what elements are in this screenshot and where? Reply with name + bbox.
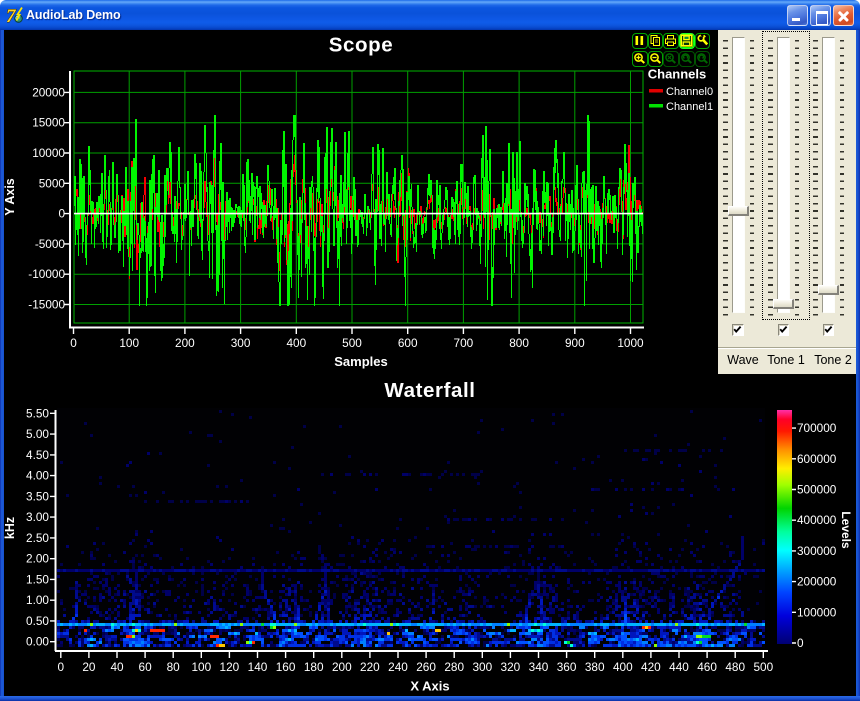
svg-text:400: 400 bbox=[613, 660, 633, 674]
svg-text:0.50: 0.50 bbox=[26, 614, 49, 628]
svg-text:400: 400 bbox=[286, 336, 306, 350]
svg-text:4.00: 4.00 bbox=[26, 469, 49, 483]
svg-text:Channel1: Channel1 bbox=[666, 101, 713, 113]
svg-text:600: 600 bbox=[398, 336, 418, 350]
svg-text:500: 500 bbox=[342, 336, 362, 350]
svg-text:5000: 5000 bbox=[39, 176, 66, 190]
svg-text:440: 440 bbox=[669, 660, 689, 674]
svg-text:500: 500 bbox=[753, 660, 773, 674]
svg-text:900: 900 bbox=[565, 336, 585, 350]
svg-text:320: 320 bbox=[501, 660, 521, 674]
svg-text:Channels: Channels bbox=[648, 67, 707, 82]
svg-text:-15000: -15000 bbox=[28, 298, 65, 312]
svg-text:0: 0 bbox=[70, 336, 77, 350]
svg-text:1.50: 1.50 bbox=[26, 572, 49, 586]
svg-text:300: 300 bbox=[231, 336, 251, 350]
svg-text:80: 80 bbox=[167, 660, 181, 674]
svg-text:400000: 400000 bbox=[797, 513, 837, 527]
svg-text:20: 20 bbox=[82, 660, 96, 674]
svg-text:0: 0 bbox=[797, 636, 804, 650]
svg-text:700000: 700000 bbox=[797, 421, 837, 435]
svg-text:280: 280 bbox=[444, 660, 464, 674]
svg-text:5.00: 5.00 bbox=[26, 427, 49, 441]
svg-text:800: 800 bbox=[509, 336, 529, 350]
svg-text:260: 260 bbox=[416, 660, 436, 674]
svg-text:40: 40 bbox=[110, 660, 124, 674]
svg-text:420: 420 bbox=[641, 660, 661, 674]
svg-text:Y Axis: Y Axis bbox=[3, 178, 17, 216]
svg-text:200: 200 bbox=[332, 660, 352, 674]
svg-text:340: 340 bbox=[529, 660, 549, 674]
svg-text:-10000: -10000 bbox=[28, 267, 65, 281]
svg-text:10000: 10000 bbox=[32, 146, 65, 160]
svg-text:300000: 300000 bbox=[797, 544, 837, 558]
svg-text:2.50: 2.50 bbox=[26, 531, 49, 545]
svg-text:Levels: Levels bbox=[839, 511, 853, 549]
svg-text:60: 60 bbox=[139, 660, 153, 674]
svg-text:100000: 100000 bbox=[797, 605, 837, 619]
svg-text:0: 0 bbox=[58, 660, 65, 674]
svg-text:Channel0: Channel0 bbox=[666, 86, 713, 98]
svg-text:0: 0 bbox=[58, 207, 65, 221]
svg-text:220: 220 bbox=[360, 660, 380, 674]
svg-text:380: 380 bbox=[585, 660, 605, 674]
svg-text:4.50: 4.50 bbox=[26, 448, 49, 462]
svg-text:500000: 500000 bbox=[797, 483, 837, 497]
svg-text:140: 140 bbox=[248, 660, 268, 674]
svg-text:5.50: 5.50 bbox=[26, 406, 49, 420]
svg-text:0.00: 0.00 bbox=[26, 635, 49, 649]
svg-text:20000: 20000 bbox=[32, 85, 65, 99]
svg-text:180: 180 bbox=[304, 660, 324, 674]
svg-text:Scope: Scope bbox=[329, 34, 394, 57]
svg-text:kHz: kHz bbox=[3, 517, 17, 539]
svg-text:100: 100 bbox=[119, 336, 139, 350]
svg-text:Waterfall: Waterfall bbox=[384, 379, 475, 402]
svg-text:460: 460 bbox=[697, 660, 717, 674]
svg-text:240: 240 bbox=[388, 660, 408, 674]
svg-text:15000: 15000 bbox=[32, 116, 65, 130]
svg-text:2.00: 2.00 bbox=[26, 552, 49, 566]
svg-text:480: 480 bbox=[725, 660, 745, 674]
svg-text:300: 300 bbox=[472, 660, 492, 674]
svg-text:1.00: 1.00 bbox=[26, 593, 49, 607]
svg-text:X Axis: X Axis bbox=[410, 679, 449, 694]
svg-text:200000: 200000 bbox=[797, 575, 837, 589]
svg-text:1000: 1000 bbox=[617, 336, 644, 350]
svg-text:-5000: -5000 bbox=[35, 237, 66, 251]
svg-text:120: 120 bbox=[220, 660, 240, 674]
svg-text:Samples: Samples bbox=[334, 354, 387, 369]
svg-text:160: 160 bbox=[276, 660, 296, 674]
svg-text:3.50: 3.50 bbox=[26, 489, 49, 503]
svg-text:360: 360 bbox=[557, 660, 577, 674]
svg-text:600000: 600000 bbox=[797, 452, 837, 466]
svg-text:3.00: 3.00 bbox=[26, 510, 49, 524]
svg-text:700: 700 bbox=[454, 336, 474, 350]
svg-text:100: 100 bbox=[191, 660, 211, 674]
svg-text:200: 200 bbox=[175, 336, 195, 350]
